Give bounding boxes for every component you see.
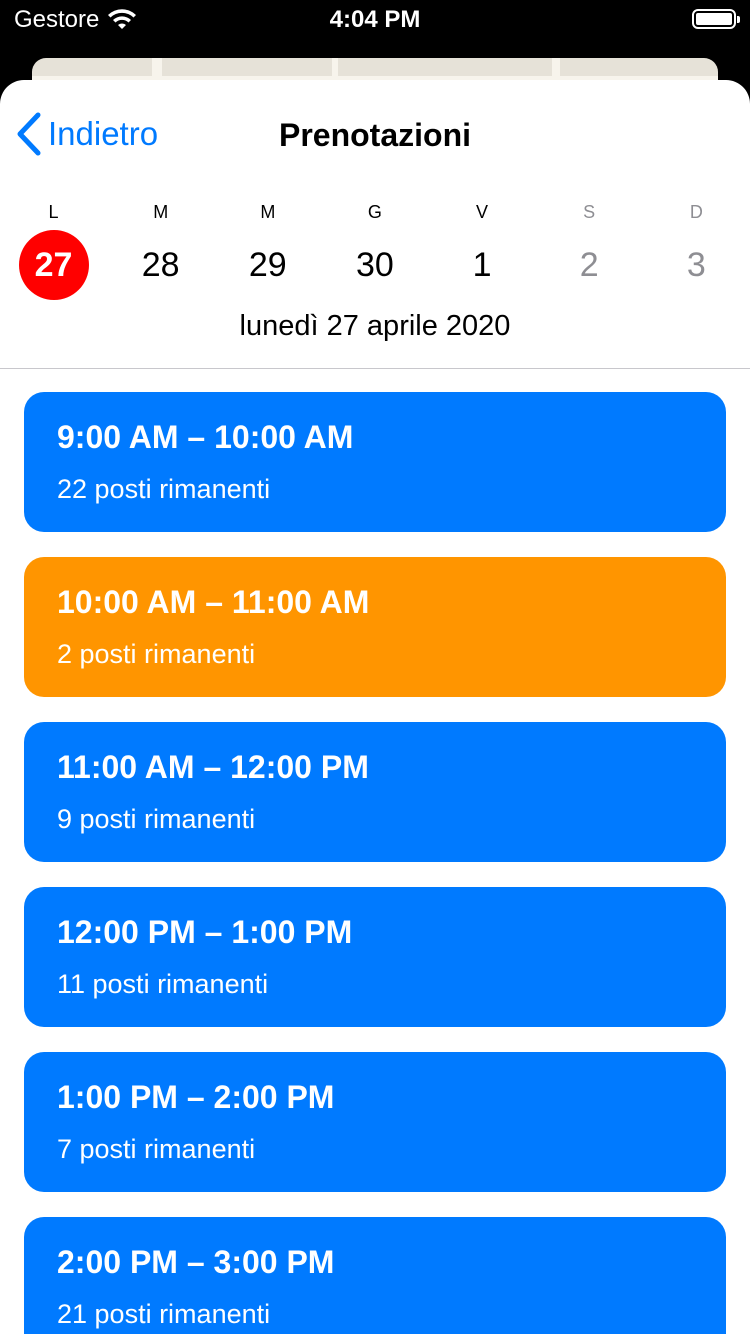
slot-time: 10:00 AM – 11:00 AM [57,584,370,620]
day-30[interactable]: G 30 [321,200,428,300]
selected-date-label: lunedì 27 aprile 2020 [239,310,511,342]
day-3[interactable]: D3 [643,200,750,300]
slot-seats-remaining: 9 posti rimanenti [57,804,256,834]
status-bar: Gestore 4:04 PM [0,0,750,40]
day-1[interactable]: V1 [429,200,536,300]
time-slot-card[interactable]: 10:00 AM – 11:00 AM 2 posti rimanenti [24,557,726,697]
day-letter: L [48,202,59,222]
day-number: 2 [579,245,599,284]
slot-time: 11:00 AM – 12:00 PM [57,749,369,785]
day-number: 28 [141,245,180,284]
day-number: 29 [248,245,287,284]
app-screen: Gestore 4:04 PM Indietro Prenotazioni L … [0,0,750,1334]
time-slot-card[interactable]: 12:00 PM – 1:00 PM 11 posti rimanenti [24,887,726,1027]
slot-time: 12:00 PM – 1:00 PM [57,914,353,950]
time-slot-card[interactable]: 1:00 PM – 2:00 PM 7 posti rimanenti [24,1052,726,1192]
status-time: 4:04 PM [329,6,421,33]
day-letter: D [689,202,703,222]
time-slot-card[interactable]: 9:00 AM – 10:00 AM 22 posti rimanenti [24,392,726,532]
day-28[interactable]: M 28 [107,200,214,300]
time-slot-list: 9:00 AM – 10:00 AM 22 posti rimanenti 10:0… [24,392,726,1334]
day-27[interactable]: L 27 [0,200,107,300]
day-number: 27 [18,230,89,300]
slot-time: 1:00 PM – 2:00 PM [57,1079,335,1115]
slot-seats-remaining: 21 posti rimanenti [57,1299,271,1329]
day-letter: V [476,202,489,222]
slot-seats-remaining: 22 posti rimanenti [57,474,271,504]
week-strip: L 27 M 28 M 29 G 30 V 1 S 2 D 3 [0,200,750,300]
battery-icon [692,9,740,29]
day-letter: M [153,202,169,222]
day-letter: G [367,202,382,222]
slot-seats-remaining: 2 posti rimanenti [57,639,256,669]
navigation-bar: Indietro Prenotazioni [0,80,750,190]
time-slot-card[interactable]: 11:00 AM – 12:00 PM 9 posti rimanenti [24,722,726,862]
divider [0,368,750,369]
bookings-sheet: Indietro Prenotazioni L 27 M 28 M 29 G 30 V 1 S 2 D 3… [0,80,750,1334]
time-slot-card[interactable]: 2:00 PM – 3:00 PM 21 posti rimanenti [24,1217,726,1334]
day-29[interactable]: M 29 [214,200,321,300]
slot-seats-remaining: 7 posti rimanenti [57,1134,256,1164]
slot-time: 2:00 PM – 3:00 PM [57,1244,335,1280]
day-2[interactable]: S2 [536,200,643,300]
slot-seats-remaining: 11 posti rimanenti [57,969,269,999]
slot-time: 9:00 AM – 10:00 AM [57,419,354,455]
day-number: 30 [356,245,394,284]
page-title: Prenotazioni [278,117,471,153]
day-letter: S [583,202,596,222]
day-number: 1 [472,245,492,284]
day-number: 3 [686,245,706,284]
day-letter: M [260,202,276,222]
